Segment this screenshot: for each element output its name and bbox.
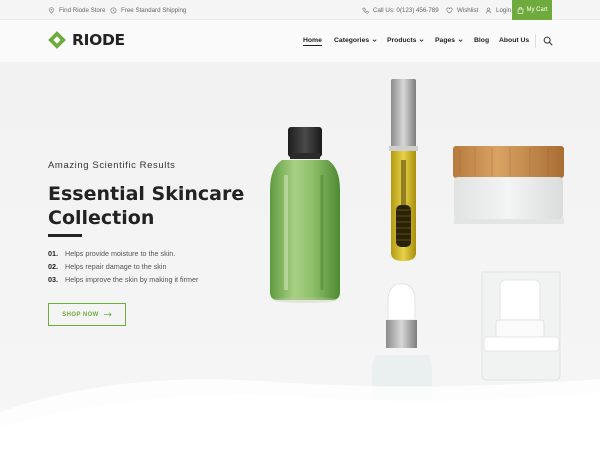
hero-title-line-1: Essential Skincare: [48, 183, 245, 205]
arrow-right-icon: [103, 312, 112, 317]
login-label: Login: [496, 6, 512, 14]
hero-title-line-2: Collection: [48, 207, 155, 229]
nav-about-us-label: About Us: [499, 37, 530, 44]
nav-products[interactable]: Products: [387, 37, 424, 44]
benefit-item: 03. Helps improve the skin by making it …: [48, 273, 198, 286]
hero-subtitle: Amazing Scientific Results: [48, 160, 176, 171]
map-pin-icon: [49, 6, 54, 14]
benefit-text: Helps repair damage to the skin: [65, 262, 167, 271]
phone-link[interactable]: Call Us: 0(123) 456-789: [362, 0, 439, 20]
my-cart-button[interactable]: My Cart: [512, 0, 552, 20]
shop-now-label: SHOP NOW: [62, 311, 99, 318]
benefits-list: 01. Helps provide moisture to the skin. …: [48, 247, 198, 286]
benefit-item: 01. Helps provide moisture to the skin.: [48, 247, 198, 260]
hero-title: Essential Skincare Collection: [48, 182, 308, 230]
benefit-number: 03.: [48, 275, 58, 284]
title-underline: [48, 234, 82, 237]
chevron-down-icon: [420, 39, 424, 42]
nav-pages-label: Pages: [435, 37, 456, 44]
hero-wave-divider: [0, 379, 600, 450]
nav-home[interactable]: Home: [303, 37, 322, 44]
nav-blog[interactable]: Blog: [474, 37, 489, 44]
brand-name: RIODE: [72, 31, 125, 49]
phone-label: Call Us: 0(123) 456-789: [373, 6, 439, 14]
wishlist-link[interactable]: Wishlist: [446, 0, 478, 20]
shopping-bag-icon: [517, 6, 523, 14]
nav-home-label: Home: [303, 37, 322, 44]
nav-pages[interactable]: Pages: [435, 37, 463, 44]
find-store-label: Find Riode Store: [59, 6, 106, 14]
site-header: RIODE Home Categories Products Pages Blo…: [0, 20, 600, 62]
my-cart-label: My Cart: [526, 7, 548, 13]
search-icon[interactable]: [543, 36, 553, 46]
benefit-text: Helps provide moisture to the skin.: [65, 249, 176, 258]
nav-categories[interactable]: Categories: [334, 37, 377, 44]
login-link[interactable]: Login: [485, 0, 511, 20]
benefit-text: Helps improve the skin by making it firm…: [65, 275, 199, 284]
diamond-logo-icon: [48, 31, 66, 49]
nav-about-us[interactable]: About Us: [499, 37, 529, 44]
nav-products-label: Products: [387, 37, 417, 44]
shop-now-button[interactable]: SHOP NOW: [48, 303, 126, 326]
benefit-number: 01.: [48, 249, 58, 258]
benefit-item: 02. Helps repair damage to the skin: [48, 260, 198, 273]
logo[interactable]: RIODE: [48, 31, 125, 49]
chevron-down-icon: [372, 39, 377, 42]
phone-icon: [362, 7, 369, 14]
wishlist-label: Wishlist: [457, 6, 479, 14]
heart-icon: [446, 7, 453, 13]
find-store-link[interactable]: Find Riode Store: [48, 0, 105, 20]
free-shipping-info: Free Standard Shipping: [110, 0, 186, 20]
chevron-down-icon: [458, 39, 463, 42]
top-bar: Find Riode Store Free Standard Shipping …: [0, 0, 600, 20]
clock-icon: [110, 7, 117, 13]
free-shipping-label: Free Standard Shipping: [121, 6, 187, 14]
active-nav-indicator: [303, 45, 322, 46]
header-divider: [535, 34, 536, 48]
user-icon: [485, 7, 492, 13]
nav-categories-label: Categories: [334, 37, 370, 44]
nav-blog-label: Blog: [474, 37, 490, 44]
benefit-number: 02.: [48, 262, 58, 271]
